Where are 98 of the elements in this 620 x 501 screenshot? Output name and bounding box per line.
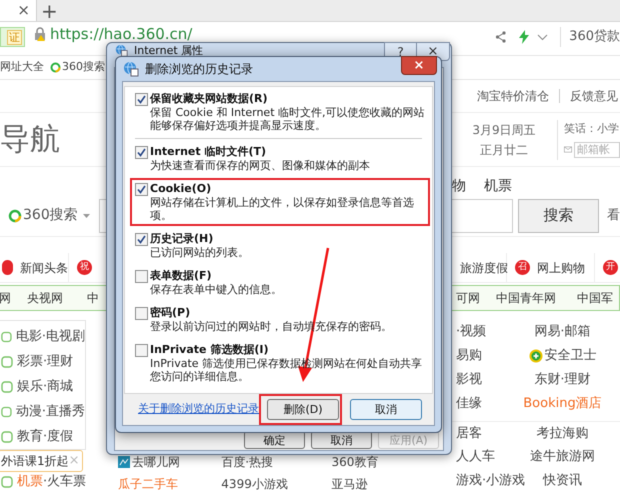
search-logo-icon	[8, 208, 22, 222]
category-link[interactable]: 娱乐·商城	[17, 376, 74, 396]
checkbox[interactable]	[135, 306, 148, 320]
help-link[interactable]: 关于删除浏览的历史记录	[138, 401, 259, 418]
site-link[interactable]: ·视频	[456, 322, 486, 342]
site-logo[interactable]: 导航	[0, 124, 60, 154]
site-link[interactable]: 佳缘	[456, 394, 482, 414]
category-icon	[1, 406, 12, 418]
globe-icon	[115, 44, 128, 57]
dialog-button[interactable]: 删除(D)	[267, 399, 339, 420]
site-link[interactable]: 去哪儿网	[132, 453, 180, 471]
mail-account-field[interactable]: 邮箱帐	[574, 142, 620, 158]
option-label: Internet 临时文件(T)	[150, 145, 266, 159]
checkbox[interactable]	[135, 146, 148, 158]
bookmark-link[interactable]: 网址大全	[0, 59, 44, 76]
top-link[interactable]: 反馈意见	[570, 87, 618, 105]
site-link[interactable]: 中国军	[577, 291, 613, 305]
site-link[interactable]: 安全卫士	[544, 346, 596, 366]
share-icon[interactable]	[495, 31, 508, 43]
window-title: Internet 属性	[134, 44, 204, 57]
option-description: 为快速查看而保存的网页、图像和媒体的副本	[150, 159, 370, 172]
checkbox[interactable]	[135, 270, 148, 282]
category-icon	[1, 380, 13, 392]
option-label: 历史记录(H)	[150, 232, 214, 246]
site-link[interactable]: 4399小游戏	[221, 475, 288, 493]
toolbar-link[interactable]: 360贷款	[569, 27, 620, 47]
dialog-button[interactable]: 取消	[350, 399, 422, 420]
site-link[interactable]: 快资讯	[543, 471, 582, 491]
option-description: 网站存储在计算机上的文件，以保存如登录信息等首选项。	[150, 196, 415, 222]
search-tab[interactable]: 机票	[484, 176, 512, 197]
site-link[interactable]: 央视网	[27, 291, 63, 305]
option-label: 保留收藏夹网站数据(R)	[150, 92, 268, 106]
lightning-icon[interactable]	[519, 30, 530, 44]
quick-link[interactable]: 新闻头条	[20, 258, 68, 276]
site-link[interactable]: 亚马逊	[331, 475, 368, 493]
site-link[interactable]: 360教育	[331, 453, 378, 471]
site-link[interactable]: 百度·热搜	[221, 453, 274, 471]
option-label: 表单数据(F)	[150, 269, 212, 283]
quick-link[interactable]: 旅游度假	[460, 258, 508, 276]
site-link[interactable]: 东财·理财	[534, 370, 591, 390]
site-link[interactable]: 网	[0, 291, 11, 305]
badge-icon: 开	[603, 260, 618, 275]
badge-icon: 召	[515, 260, 530, 275]
category-icon	[1, 476, 13, 488]
search-logo-icon	[50, 62, 61, 73]
top-link[interactable]: 淘宝特价清仓	[477, 87, 549, 105]
globe-icon	[123, 61, 139, 77]
quick-link[interactable]: 网上购物	[537, 258, 585, 276]
option-label: InPrivate 筛选数据(I)	[150, 343, 268, 357]
checkbox[interactable]	[135, 344, 148, 356]
lunar-date-text: 正月廿二	[480, 142, 528, 158]
category-link[interactable]: 电影·电视剧	[16, 326, 85, 346]
option-description: 保存在表单中键入的信息。	[150, 283, 282, 296]
window-title: 删除浏览的历史记录	[145, 61, 253, 78]
mail-icon	[564, 145, 572, 154]
option-label: 密码(P)	[150, 306, 190, 320]
date-text: 3月9日周五	[472, 122, 536, 138]
lock-icon	[34, 27, 46, 41]
badge-icon: 祝	[77, 260, 92, 275]
chevron-down-icon[interactable]	[537, 34, 548, 40]
site-link[interactable]: 途牛旅游网	[530, 447, 595, 467]
option-description: 已访问网站的列表。	[150, 246, 249, 259]
shield-icon	[528, 349, 542, 363]
category-icon	[1, 430, 13, 442]
caret-icon	[82, 214, 90, 218]
site-link[interactable]: 居客	[456, 424, 482, 444]
site-link[interactable]: 影视	[456, 370, 482, 390]
search-button[interactable]: 搜索	[518, 198, 599, 232]
side-text: 看	[607, 206, 620, 225]
search-tab[interactable]: 物	[452, 176, 466, 197]
new-tab-button[interactable]: +	[41, 0, 58, 20]
checkbox[interactable]	[135, 182, 148, 196]
category-link[interactable]: 动漫·直播秀	[16, 402, 85, 422]
checkbox[interactable]	[135, 92, 148, 106]
category-link[interactable]: 机票·火车票	[17, 472, 86, 492]
site-link[interactable]: 网易·邮箱	[534, 322, 591, 342]
site-link[interactable]: 中国青年网	[496, 291, 556, 305]
site-link[interactable]: 游戏·小游戏	[456, 471, 526, 491]
checkbox[interactable]	[135, 232, 148, 246]
close-button[interactable]: ×	[401, 56, 437, 75]
category-link[interactable]: 教育·度假	[17, 426, 74, 446]
site-link[interactable]: 易购	[456, 346, 482, 366]
option-label: Cookie(O)	[150, 182, 212, 196]
site-icon	[118, 456, 130, 468]
site-link[interactable]: 考拉海购	[536, 424, 588, 444]
url-text[interactable]: https://hao.360.cn/	[50, 27, 192, 42]
category-icon	[1, 356, 13, 368]
option-description: 保留 Cookie 和 Internet 临时文件,可以使您收藏的网站能够保存偏好选项并提高显示速度。	[150, 106, 425, 132]
joke-link[interactable]: 笑话：小学	[564, 121, 620, 138]
site-link[interactable]: 人人车	[456, 447, 495, 467]
bookmark-link[interactable]: 360搜索	[62, 59, 105, 76]
site-link[interactable]: 中	[87, 291, 99, 305]
search-engine-selector[interactable]: 360搜索	[8, 205, 100, 226]
site-link[interactable]: 可网	[456, 291, 480, 305]
promo-tooltip[interactable]: 外语课1折起×	[0, 450, 83, 472]
promo-text: 外语课1折起	[1, 453, 69, 470]
category-link[interactable]: 彩票·理财	[17, 352, 74, 372]
category-icon	[1, 330, 12, 342]
